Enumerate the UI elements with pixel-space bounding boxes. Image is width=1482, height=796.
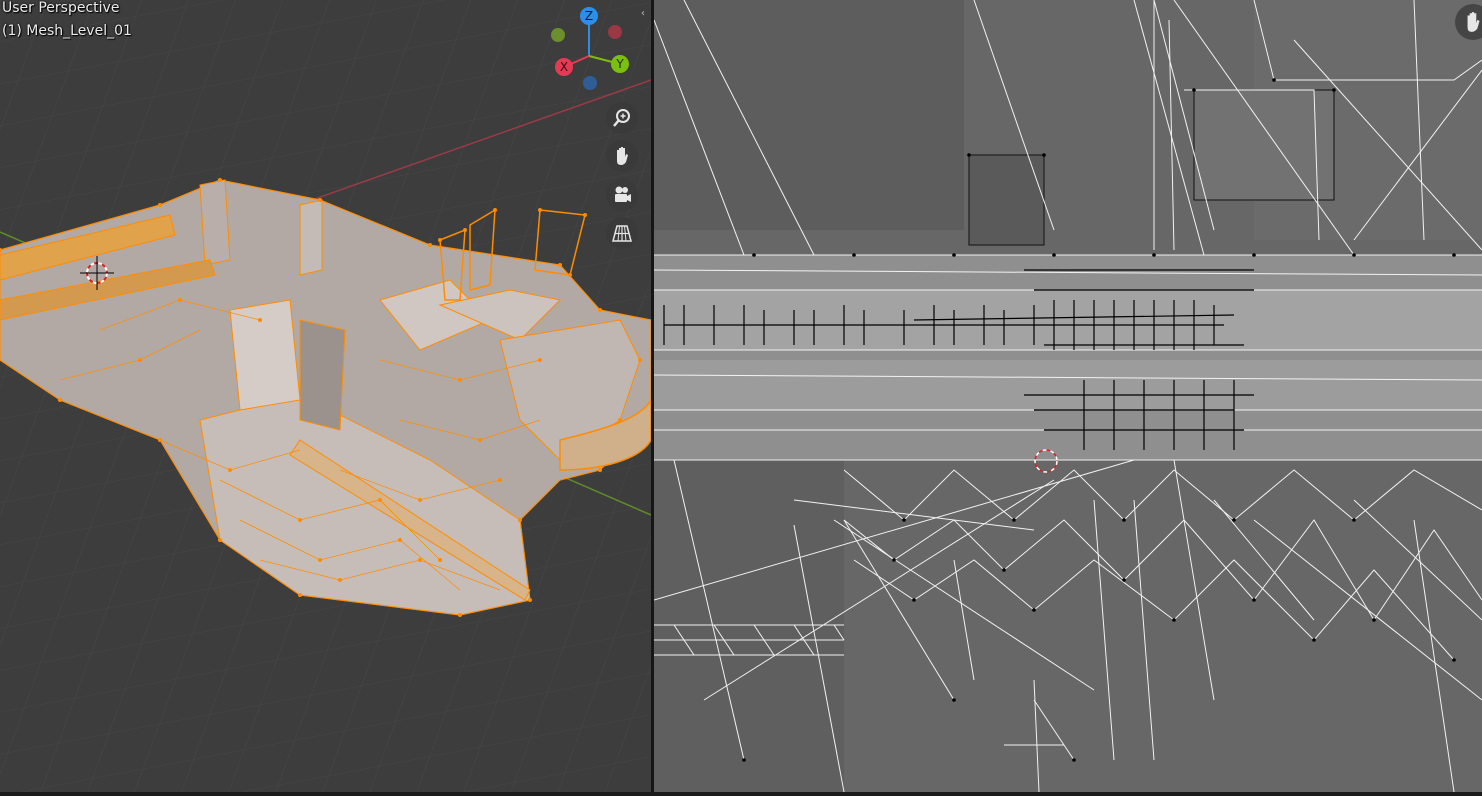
- gizmo-z-label: Z: [585, 9, 593, 23]
- viewport-3d[interactable]: User Perspective (1) Mesh_Level_01 Z Y X: [0, 0, 651, 792]
- gizmo-y-label: Y: [615, 57, 624, 71]
- sidebar-toggle-icon[interactable]: ‹: [641, 8, 651, 22]
- camera-view-button[interactable]: [606, 179, 638, 211]
- hand-icon: [1467, 12, 1480, 32]
- zoom-button[interactable]: [606, 102, 638, 134]
- uv-scene[interactable]: [654, 0, 1482, 792]
- gizmo-x-label: X: [560, 60, 568, 74]
- active-object-label: (1) Mesh_Level_01: [2, 23, 132, 39]
- navigation-gizmo[interactable]: Z Y X: [548, 6, 632, 94]
- viewport-title: User Perspective: [2, 0, 120, 16]
- hand-icon: [617, 147, 628, 165]
- grid-icon: [612, 225, 632, 242]
- pan-button[interactable]: [606, 140, 638, 172]
- gizmo-neg-y[interactable]: [551, 28, 565, 42]
- status-bar: [0, 792, 1482, 796]
- gizmo-neg-x[interactable]: [608, 25, 622, 39]
- zoom-icon: [613, 109, 630, 127]
- uv-editor[interactable]: [654, 0, 1482, 792]
- uv-band: [654, 255, 1482, 460]
- viewport-scene[interactable]: [0, 0, 651, 792]
- gizmo-neg-z[interactable]: [583, 76, 597, 90]
- camera-icon: [615, 186, 631, 202]
- ortho-toggle-button[interactable]: [606, 217, 638, 249]
